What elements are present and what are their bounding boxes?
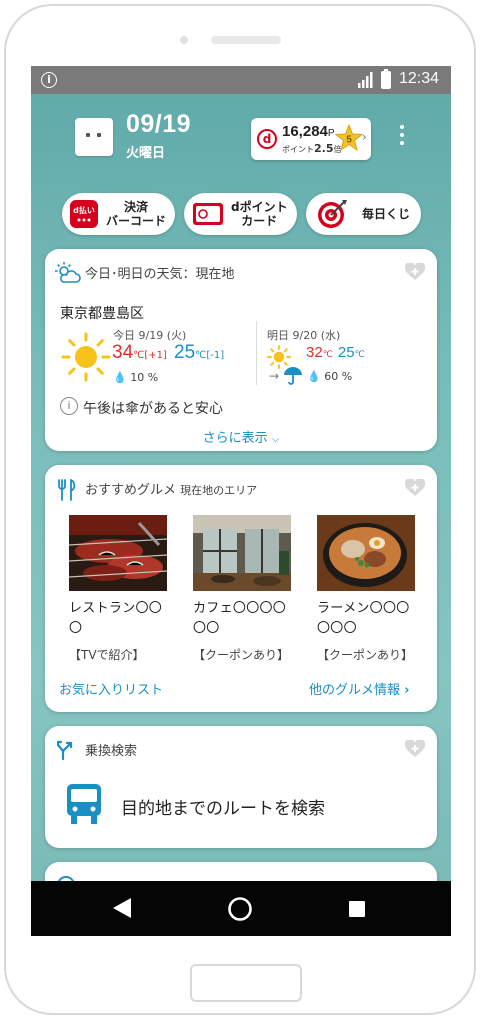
- dpoint-card-label: dポイント カード: [231, 200, 288, 228]
- daily-lottery-label: 毎日くじ: [362, 207, 411, 221]
- gourmet-item-name: ラーメン〇〇〇〇〇〇: [317, 601, 410, 636]
- tomorrow-rain-chance: 💧 60 %: [307, 370, 353, 383]
- payment-barcode-label: 決済 バーコード: [106, 200, 167, 228]
- date-label: 09/19: [126, 110, 192, 138]
- gourmet-item-restaurant[interactable]: レストラン〇〇〇 【TVで紹介】: [68, 515, 168, 663]
- home-header: 09/19 火曜日 d 16,284P ポイント2.5倍 5 ›: [31, 94, 451, 194]
- dpoint-card-button[interactable]: dポイント カード: [184, 193, 297, 235]
- tomorrow-date-label: 明日 9/20 (水): [267, 329, 341, 342]
- sunny-icon: [61, 332, 111, 382]
- more-menu-icon[interactable]: [399, 125, 405, 147]
- d-barai-icon: d払い: [70, 200, 98, 228]
- dpoint-card-icon: [193, 203, 223, 225]
- route-fork-icon: [57, 740, 73, 760]
- points-value: 16,284P: [282, 123, 335, 140]
- svg-text:d払い: d払い: [73, 205, 95, 215]
- daily-lottery-button[interactable]: 毎日くじ: [306, 193, 421, 235]
- chevron-right-icon: ›: [362, 130, 367, 144]
- widget-character-icon[interactable]: [75, 118, 113, 156]
- route-search-label: 目的地までのルートを検索: [121, 799, 325, 819]
- points-rate: ポイント2.5倍: [282, 142, 342, 155]
- dpoint-logo-icon: d: [257, 129, 277, 149]
- status-bar: i 12:34: [31, 66, 451, 94]
- gourmet-title: おすすめグルメ 現在地のエリア: [85, 483, 258, 498]
- target-icon: [318, 200, 347, 228]
- gourmet-card[interactable]: おすすめグルメ 現在地のエリア レストラン〇〇〇 【TVで紹介】 カフェ〇〇〇〇…: [45, 465, 437, 712]
- home-icon[interactable]: [227, 896, 253, 922]
- chevron-right-icon: ›: [404, 683, 410, 698]
- weather-title: 今日･明日の天気：現在地: [85, 267, 235, 282]
- gourmet-item-tag: 【クーポンあり】: [193, 648, 290, 662]
- weather-card[interactable]: 今日･明日の天気：現在地 東京都豊島区 今日 9/19 (火) 34℃[+1] …: [45, 249, 437, 451]
- weather-divider: [256, 321, 257, 385]
- train-icon: [67, 784, 101, 824]
- signal-icon: [358, 72, 373, 88]
- dpoint-balance-button[interactable]: d 16,284P ポイント2.5倍 5 ›: [251, 118, 371, 160]
- restaurant-photo: [68, 515, 168, 591]
- status-time: 12:34: [399, 70, 440, 87]
- gourmet-item-tag: 【TVで紹介】: [69, 648, 145, 662]
- fork-knife-icon: [58, 479, 76, 501]
- today-date-label: 今日 9/19 (火): [113, 329, 187, 342]
- add-favorite-heart-icon[interactable]: [405, 263, 425, 281]
- weather-advice: 午後は傘があると安心: [83, 401, 223, 417]
- raindrop-icon: 💧: [113, 371, 127, 384]
- favorites-list-link[interactable]: お気に入りリスト: [59, 679, 163, 698]
- chevron-down-icon: ⌵: [271, 434, 280, 445]
- info-circle-icon: i: [60, 397, 78, 415]
- screen: i 12:34 09/19 火曜日 d 16,284P ポイント2.5倍 5 ›: [31, 66, 451, 936]
- more-gourmet-link[interactable]: 他のグルメ情報 ›: [309, 679, 410, 698]
- arrow-right-icon: →: [269, 369, 280, 383]
- ramen-photo: [317, 515, 415, 591]
- route-search-button[interactable]: 目的地までのルートを検索: [45, 774, 437, 834]
- payment-barcode-button[interactable]: d払い 決済 バーコード: [62, 193, 175, 235]
- gourmet-item-name: カフェ〇〇〇〇〇〇: [193, 601, 287, 636]
- tomorrow-temperature: 32℃ 25℃: [306, 344, 365, 361]
- weather-show-more-link[interactable]: さらに表示 ⌵: [45, 427, 437, 446]
- earpiece-speaker: [211, 36, 281, 44]
- weekday-label: 火曜日: [126, 146, 166, 161]
- today-rain-chance: 💧 10 %: [113, 371, 159, 384]
- battery-icon: [381, 69, 391, 89]
- today-temperature: 34℃[+1] 25℃[-1]: [112, 342, 225, 363]
- add-favorite-heart-icon[interactable]: [405, 740, 425, 758]
- transit-card[interactable]: 乗換検索 目的地までのルートを検索: [45, 726, 437, 848]
- weather-location: 東京都豊島区: [60, 306, 144, 322]
- cafe-photo: [193, 515, 291, 591]
- android-nav-bar: [31, 881, 451, 936]
- gourmet-item-cafe[interactable]: カフェ〇〇〇〇〇〇 【クーポンあり】: [193, 515, 291, 663]
- weather-partly-cloudy-icon: [55, 262, 81, 283]
- hardware-home-button[interactable]: [190, 964, 302, 1002]
- umbrella-icon: [284, 367, 302, 385]
- gourmet-item-tag: 【クーポンあり】: [317, 648, 414, 662]
- rank-number: 5: [346, 135, 352, 146]
- back-icon[interactable]: [113, 898, 131, 918]
- add-favorite-heart-icon[interactable]: [405, 479, 425, 497]
- front-camera: [180, 36, 188, 44]
- rank-star-icon: 5: [335, 124, 363, 152]
- gourmet-item-name: レストラン〇〇〇: [69, 601, 163, 636]
- info-icon: i: [41, 72, 57, 88]
- gourmet-item-ramen[interactable]: ラーメン〇〇〇〇〇〇 【クーポンあり】: [317, 515, 415, 663]
- transit-title: 乗換検索: [85, 744, 138, 759]
- recents-icon[interactable]: [349, 901, 365, 917]
